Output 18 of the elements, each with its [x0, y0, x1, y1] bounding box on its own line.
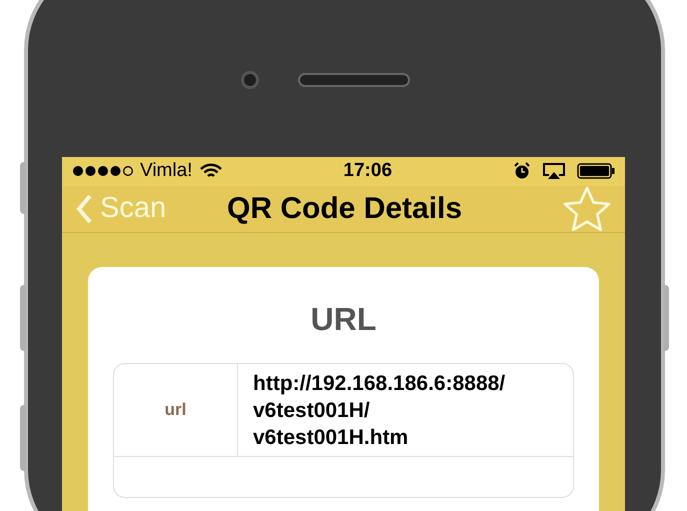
chevron-left-icon — [76, 194, 92, 224]
field-label: url — [114, 364, 238, 456]
nav-title: QR Code Details — [227, 191, 462, 227]
side-button[interactable] — [20, 285, 26, 351]
star-icon[interactable] — [563, 186, 612, 232]
status-time: 17:06 — [343, 159, 392, 183]
side-button[interactable] — [20, 405, 26, 471]
side-button[interactable] — [663, 285, 669, 351]
battery-icon — [577, 163, 615, 180]
back-button[interactable]: Scan — [76, 186, 166, 230]
wifi-icon — [200, 163, 222, 180]
signal-icon — [72, 165, 134, 178]
airplay-icon — [543, 163, 565, 180]
side-button[interactable] — [20, 162, 26, 214]
alarm-icon — [513, 162, 531, 180]
field-value: http://192.168.186.6:8888/ v6test001H/ v6test001H.htm — [252, 370, 506, 450]
card-title: URL — [310, 300, 378, 338]
carrier-name: Vimla! — [140, 159, 192, 183]
